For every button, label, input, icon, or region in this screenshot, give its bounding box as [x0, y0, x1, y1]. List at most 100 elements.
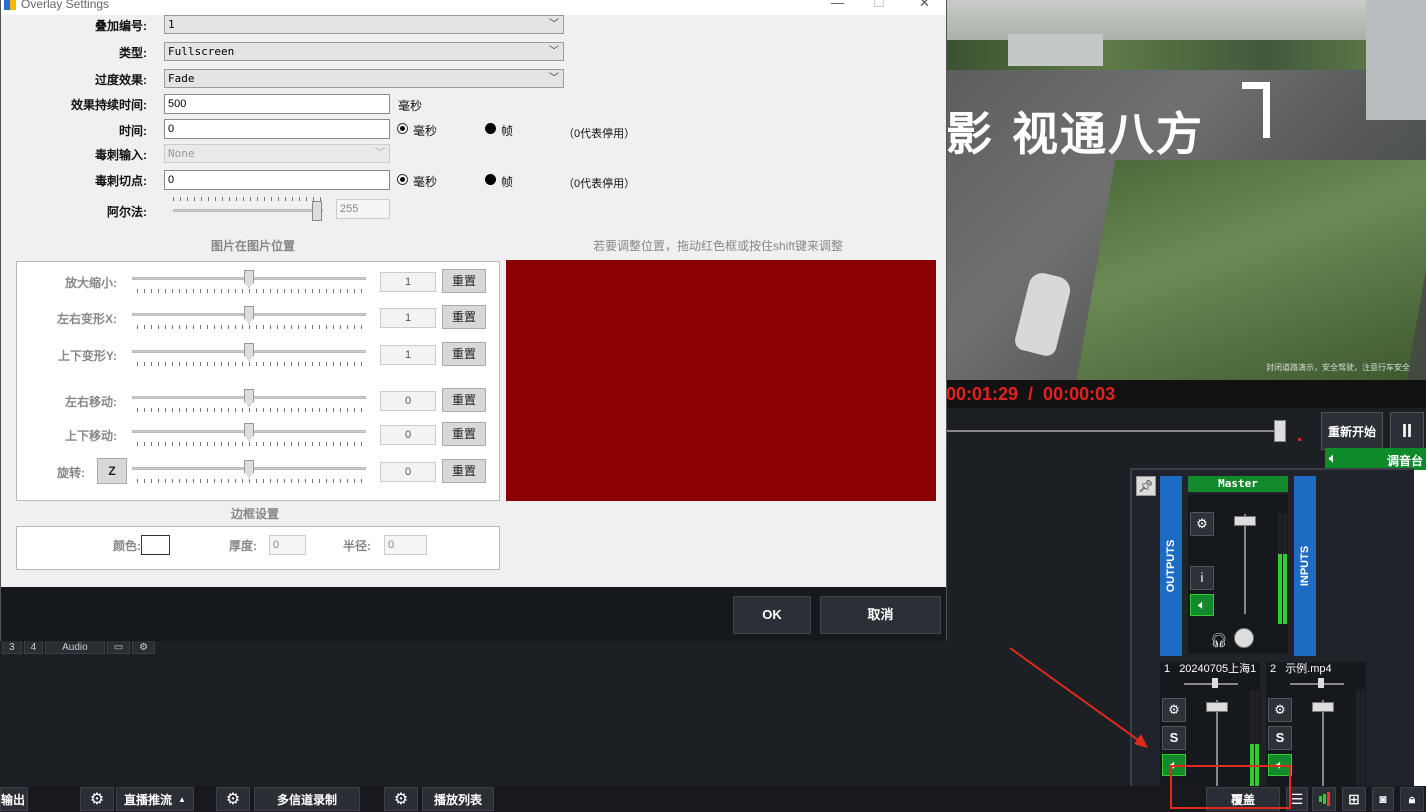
channel-2-balance-track [1290, 683, 1344, 685]
seek-track[interactable] [946, 430, 1276, 432]
channel-1-balance[interactable] [1212, 678, 1218, 688]
pip-reset-button[interactable]: 重置 [442, 342, 486, 366]
border-radius-input[interactable]: 0 [384, 535, 427, 555]
pip-reset-button[interactable]: 重置 [442, 388, 486, 412]
close-icon[interactable]: ✕ [919, 0, 930, 11]
level-meter-icon[interactable] [1312, 787, 1336, 811]
input-tabs: 3 4 Audio ▭ ⚙ [2, 640, 156, 654]
pip-reset-button[interactable]: 重置 [442, 269, 486, 293]
pip-slider-thumb[interactable] [244, 389, 254, 407]
stinger-ms-radio[interactable] [397, 174, 408, 185]
output-button[interactable]: 输出 [0, 787, 28, 811]
channel-2-settings-button[interactable]: ⚙ [1268, 698, 1292, 722]
channel-2-balance[interactable] [1318, 678, 1324, 688]
stinger-frame-radio[interactable] [485, 174, 496, 185]
duration-input[interactable]: 500 [164, 94, 390, 114]
overlay-number-select[interactable]: 1 ﹀ [164, 15, 564, 34]
window-icon [4, 0, 16, 10]
pip-value[interactable]: 0 [380, 391, 436, 411]
ok-button[interactable]: OK [733, 596, 811, 634]
inputs-bar[interactable]: INPUTS [1294, 476, 1316, 656]
tab-audio[interactable]: Audio [45, 640, 105, 654]
gear-icon[interactable]: ⚙ [132, 640, 156, 654]
rotate-z-button[interactable]: Z [97, 458, 127, 484]
playlist-button[interactable]: 播放列表 [422, 787, 494, 811]
pause-button[interactable]: II [1390, 412, 1424, 450]
pip-slider-ticks [137, 408, 365, 412]
pip-slider-ticks [137, 325, 365, 329]
record-settings-gear-icon[interactable]: ⚙ [216, 787, 250, 811]
stream-button[interactable]: 直播推流 ▲ [116, 787, 194, 811]
channel-2-name: 示例.mp4 [1285, 663, 1332, 675]
multiview-grid-icon[interactable]: ⊞ [1342, 787, 1366, 811]
minimize-icon[interactable]: — [831, 0, 844, 10]
restart-button[interactable]: 重新开始 [1321, 412, 1383, 450]
pip-reset-button[interactable]: 重置 [442, 422, 486, 446]
pip-value[interactable]: 1 [380, 272, 436, 292]
mixer-toggle[interactable]: 🔈︎ 调音台 [1325, 448, 1426, 470]
tab-4[interactable]: 4 [23, 640, 44, 654]
master-volume-knob[interactable] [1234, 628, 1254, 648]
alpha-label: 阿尔法: [107, 205, 147, 219]
channel-2-fader[interactable] [1312, 702, 1334, 712]
pip-reset-button[interactable]: 重置 [442, 305, 486, 329]
stinger-disabled-hint: （0代表停用） [563, 178, 636, 190]
stream-label: 直播推流 [124, 792, 173, 807]
cancel-button[interactable]: 取消 [820, 596, 941, 634]
record-button[interactable]: 多信道录制 [254, 787, 360, 811]
type-select[interactable]: Fullscreen ﹀ [164, 42, 564, 61]
time-input[interactable]: 0 [164, 119, 390, 139]
outputs-bar[interactable]: OUTPUTS [1160, 476, 1182, 656]
channel-1-fader[interactable] [1206, 702, 1228, 712]
chevron-down-icon: ﹀ [375, 148, 385, 159]
pip-value[interactable]: 1 [380, 345, 436, 365]
monitor-icon[interactable]: ▭ [106, 640, 131, 654]
pip-slider-thumb[interactable] [244, 343, 254, 361]
pip-slider-thumb[interactable] [244, 270, 254, 288]
headphones-icon[interactable]: 🎧︎ [1210, 632, 1228, 649]
inputs-label: INPUTS [1299, 545, 1311, 587]
time-ms-radio[interactable] [397, 123, 408, 134]
master-settings-button[interactable]: ⚙ [1190, 512, 1214, 536]
pip-slider-thumb[interactable] [244, 423, 254, 441]
alpha-slider-track[interactable] [173, 209, 323, 212]
seek-thumb[interactable] [1274, 420, 1286, 442]
duration-label: 效果持续时间: [71, 98, 147, 112]
pip-value[interactable]: 1 [380, 308, 436, 328]
border-thickness-input[interactable]: 0 [269, 535, 306, 555]
pip-value[interactable]: 0 [380, 462, 436, 482]
channel-1-settings-button[interactable]: ⚙ [1162, 698, 1186, 722]
alpha-slider-thumb[interactable] [312, 201, 322, 221]
pip-value[interactable]: 0 [380, 425, 436, 445]
info-button[interactable]: i [1190, 566, 1214, 590]
playlist-settings-gear-icon[interactable]: ⚙ [384, 787, 418, 811]
transition-select[interactable]: Fade ﹀ [164, 69, 564, 88]
snapshot-camera-icon[interactable]: ◙ [1372, 787, 1394, 811]
stinger-cut-input[interactable]: 0 [164, 170, 390, 190]
border-thickness-label: 厚度: [229, 539, 257, 553]
maximize-icon[interactable]: ☐ [873, 0, 885, 11]
stinger-input-value: None [168, 147, 195, 160]
time-frame-radio[interactable] [485, 123, 496, 134]
alpha-value[interactable]: 255 [336, 199, 390, 219]
tab-3[interactable]: 3 [2, 640, 22, 654]
master-fader[interactable] [1234, 516, 1256, 526]
pip-slider-thumb[interactable] [244, 306, 254, 324]
channel-2-solo-button[interactable]: S [1268, 726, 1292, 750]
pip-reset-button[interactable]: 重置 [442, 459, 486, 483]
video-preview: 影 视通八方 封闭道路演示，安全驾驶，注意行车安全 [946, 0, 1426, 380]
pip-slider-thumb[interactable] [244, 460, 254, 478]
master-mute-button[interactable]: 🔈︎ [1190, 594, 1214, 616]
border-color-swatch[interactable] [141, 535, 170, 555]
stinger-input-select[interactable]: None ﹀ [164, 144, 390, 163]
mixer-scrollbar[interactable] [1414, 470, 1426, 786]
stream-settings-gear-icon[interactable]: ⚙ [80, 787, 114, 811]
mixer-label: 调音台 [1387, 454, 1424, 468]
pin-icon[interactable]: 📌︎ [1136, 476, 1156, 496]
lock-icon[interactable]: 🔒︎ [1400, 787, 1424, 811]
timecode-bar: 00:01:29 / 00:00:03 [946, 380, 1426, 408]
video-bracket-icon [1242, 82, 1270, 138]
channel-1-solo-button[interactable]: S [1162, 726, 1186, 750]
border-radius-label: 半径: [343, 539, 371, 553]
pip-preview-box[interactable] [506, 260, 936, 501]
